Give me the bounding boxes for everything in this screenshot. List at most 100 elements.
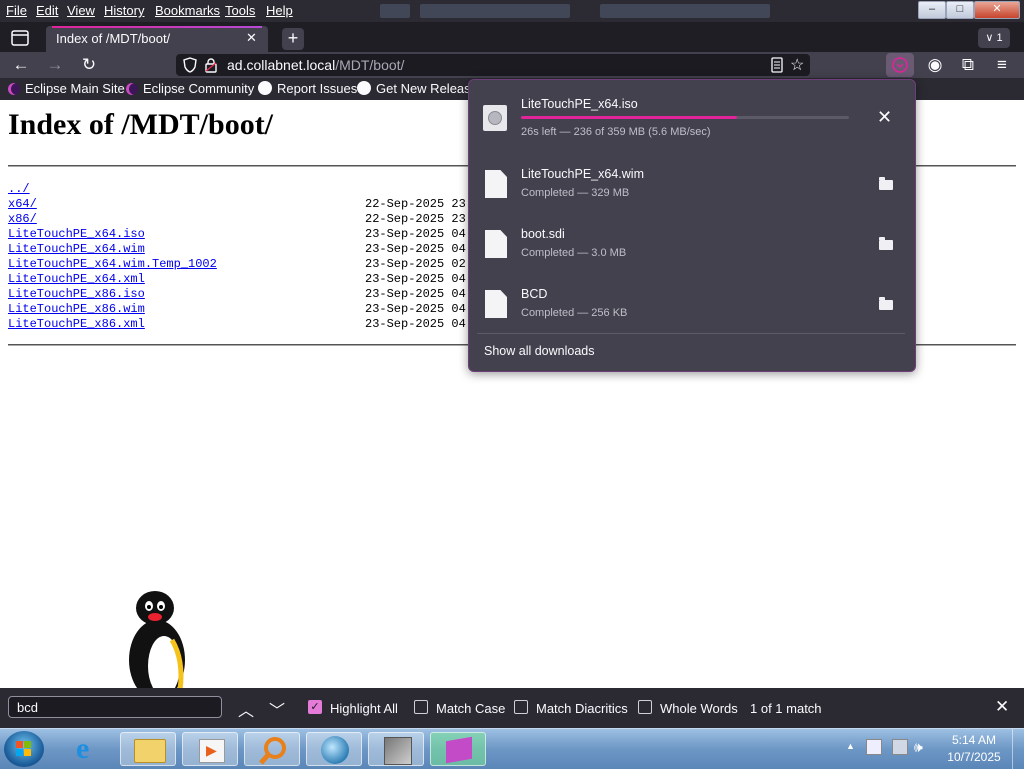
find-input[interactable] (8, 696, 222, 718)
clock-time[interactable]: 5:14 AM (948, 733, 1000, 747)
file-icon (485, 230, 507, 258)
match-diacritics-label[interactable]: Match Diacritics (536, 701, 628, 716)
highlight-all-label[interactable]: Highlight All (330, 701, 398, 716)
volume-icon[interactable]: 🕪 (914, 739, 923, 756)
bookmark-eclipse-main-site[interactable]: Eclipse Main Site (8, 81, 125, 96)
page-title: Index of /MDT/boot/ (8, 108, 274, 141)
action-center-icon[interactable] (866, 739, 882, 755)
file-date: 23-Sep-2025 04: (365, 302, 474, 316)
extensions-icon[interactable]: ⧉ (957, 55, 979, 75)
menu-help[interactable]: Help (266, 3, 293, 18)
whole-words-checkbox[interactable] (638, 700, 652, 714)
network-status-icon[interactable] (892, 739, 908, 755)
network-globe-icon (321, 736, 349, 764)
file-link[interactable]: x64/ (8, 197, 37, 211)
download-status: 26s left — 236 of 359 MB (5.6 MB/sec) (521, 126, 711, 138)
file-icon (485, 290, 507, 318)
bookmark-get-new-releases[interactable]: Get New Releases (357, 81, 484, 96)
find-previous-icon[interactable]: ︿ (238, 697, 254, 721)
file-link[interactable]: ../ (8, 182, 30, 196)
cancel-download-icon[interactable]: ✕ (877, 107, 892, 128)
reload-icon[interactable]: ↻ (78, 55, 100, 75)
menu-bookmarks[interactable]: Bookmarks (155, 3, 220, 18)
minimize-button[interactable]: – (918, 1, 946, 19)
account-icon[interactable]: ◉ (924, 55, 946, 75)
taskbar-file-explorer[interactable] (120, 732, 176, 766)
taskbar-media-player[interactable]: ▶ (182, 732, 238, 766)
download-item[interactable]: LiteTouchPE_x64.wim Completed — 329 MB (469, 150, 915, 206)
back-icon[interactable]: ← (10, 55, 32, 75)
taskbar-search[interactable] (244, 732, 300, 766)
find-next-icon[interactable]: ﹀ (269, 697, 285, 721)
lock-icon[interactable] (204, 57, 218, 73)
file-link[interactable]: LiteTouchPE_x64.xml (8, 272, 145, 286)
download-status: Completed — 3.0 MB (521, 247, 627, 259)
tab-close-icon[interactable]: ✕ (246, 30, 257, 46)
taskbar-app[interactable] (430, 732, 486, 766)
list-item: LiteTouchPE_x64.iso 23-Sep-2025 04: (8, 227, 473, 242)
match-diacritics-checkbox[interactable] (514, 700, 528, 714)
taskbar-app[interactable] (368, 732, 424, 766)
url-host: ad.collabnet.local (227, 57, 336, 73)
bookmark-report-issues[interactable]: Report Issues (258, 81, 357, 96)
taskbar-internet-explorer[interactable]: e (62, 732, 118, 766)
menu-history[interactable]: History (104, 3, 144, 18)
firefox-view-button[interactable] (8, 27, 32, 49)
bookmark-eclipse-community[interactable]: Eclipse Community (126, 81, 254, 96)
whole-words-label[interactable]: Whole Words (660, 701, 738, 716)
list-item: x64/22-Sep-2025 23: (8, 197, 473, 212)
close-window-button[interactable]: ✕ (974, 1, 1020, 19)
bookmark-star-icon[interactable]: ☆ (790, 55, 804, 75)
highlight-all-checkbox[interactable]: ✓ (308, 700, 322, 714)
download-item[interactable]: LiteTouchPE_x64.iso 26s left — 236 of 35… (469, 90, 915, 146)
app-menu-icon[interactable]: ≡ (991, 55, 1013, 75)
file-link[interactable]: LiteTouchPE_x64.wim.Temp_1002 (8, 257, 217, 271)
list-item: LiteTouchPE_x64.wim.Temp_1002 23-Sep-2025… (8, 257, 473, 272)
file-date: 23-Sep-2025 04: (365, 317, 474, 331)
list-all-tabs-button[interactable]: ∨ 1 (978, 28, 1010, 48)
download-filename: boot.sdi (521, 227, 565, 241)
taskbar-network[interactable] (306, 732, 362, 766)
find-bar: ︿ ﹀ ✓ Highlight All Match Case Match Dia… (0, 688, 1024, 728)
download-status: Completed — 256 KB (521, 307, 628, 319)
taskbar: e ▶ ▲ 🕪 5:14 AM 10/7/2025 (0, 728, 1024, 769)
folder-icon[interactable] (879, 177, 893, 190)
file-date: 22-Sep-2025 23: (365, 212, 474, 226)
clock-date[interactable]: 10/7/2025 (944, 750, 1004, 764)
shield-icon[interactable] (182, 57, 198, 73)
show-all-downloads-link[interactable]: Show all downloads (484, 344, 595, 358)
menu-tools[interactable]: Tools (225, 3, 255, 18)
file-link[interactable]: LiteTouchPE_x64.iso (8, 227, 145, 241)
forward-icon[interactable]: → (44, 55, 66, 75)
maximize-button[interactable]: □ (946, 1, 974, 19)
menu-view[interactable]: View (67, 3, 95, 18)
file-link[interactable]: LiteTouchPE_x86.iso (8, 287, 145, 301)
reader-view-icon[interactable] (770, 57, 784, 73)
new-tab-button[interactable]: + (282, 28, 304, 50)
download-item[interactable]: BCD Completed — 256 KB (469, 270, 915, 326)
file-link[interactable]: LiteTouchPE_x64.wim (8, 242, 145, 256)
show-desktop-button[interactable] (1012, 729, 1024, 769)
start-button[interactable] (4, 731, 44, 767)
eclipse-icon (8, 83, 20, 95)
file-link[interactable]: LiteTouchPE_x86.xml (8, 317, 145, 331)
background-window-strip (380, 4, 410, 18)
folder-icon[interactable] (879, 297, 893, 310)
menu-file[interactable]: File (6, 3, 27, 18)
menu-edit[interactable]: Edit (36, 3, 58, 18)
url-bar[interactable]: ad.collabnet.local/MDT/boot/ ☆ (176, 54, 810, 76)
download-progress-track (521, 116, 849, 119)
match-case-checkbox[interactable] (414, 700, 428, 714)
github-icon (357, 81, 371, 95)
file-link[interactable]: x86/ (8, 212, 37, 226)
close-find-bar-icon[interactable]: ✕ (995, 697, 1009, 717)
file-link[interactable]: LiteTouchPE_x86.wim (8, 302, 145, 316)
show-hidden-icons-button[interactable]: ▲ (846, 741, 855, 751)
download-item[interactable]: boot.sdi Completed — 3.0 MB (469, 210, 915, 266)
tab-active[interactable]: Index of /MDT/boot/ ✕ (46, 26, 268, 52)
file-date: 23-Sep-2025 04: (365, 227, 474, 241)
downloads-button[interactable] (886, 53, 914, 77)
match-case-label[interactable]: Match Case (436, 701, 505, 716)
folder-icon[interactable] (879, 237, 893, 250)
download-progress-fill (521, 116, 738, 119)
